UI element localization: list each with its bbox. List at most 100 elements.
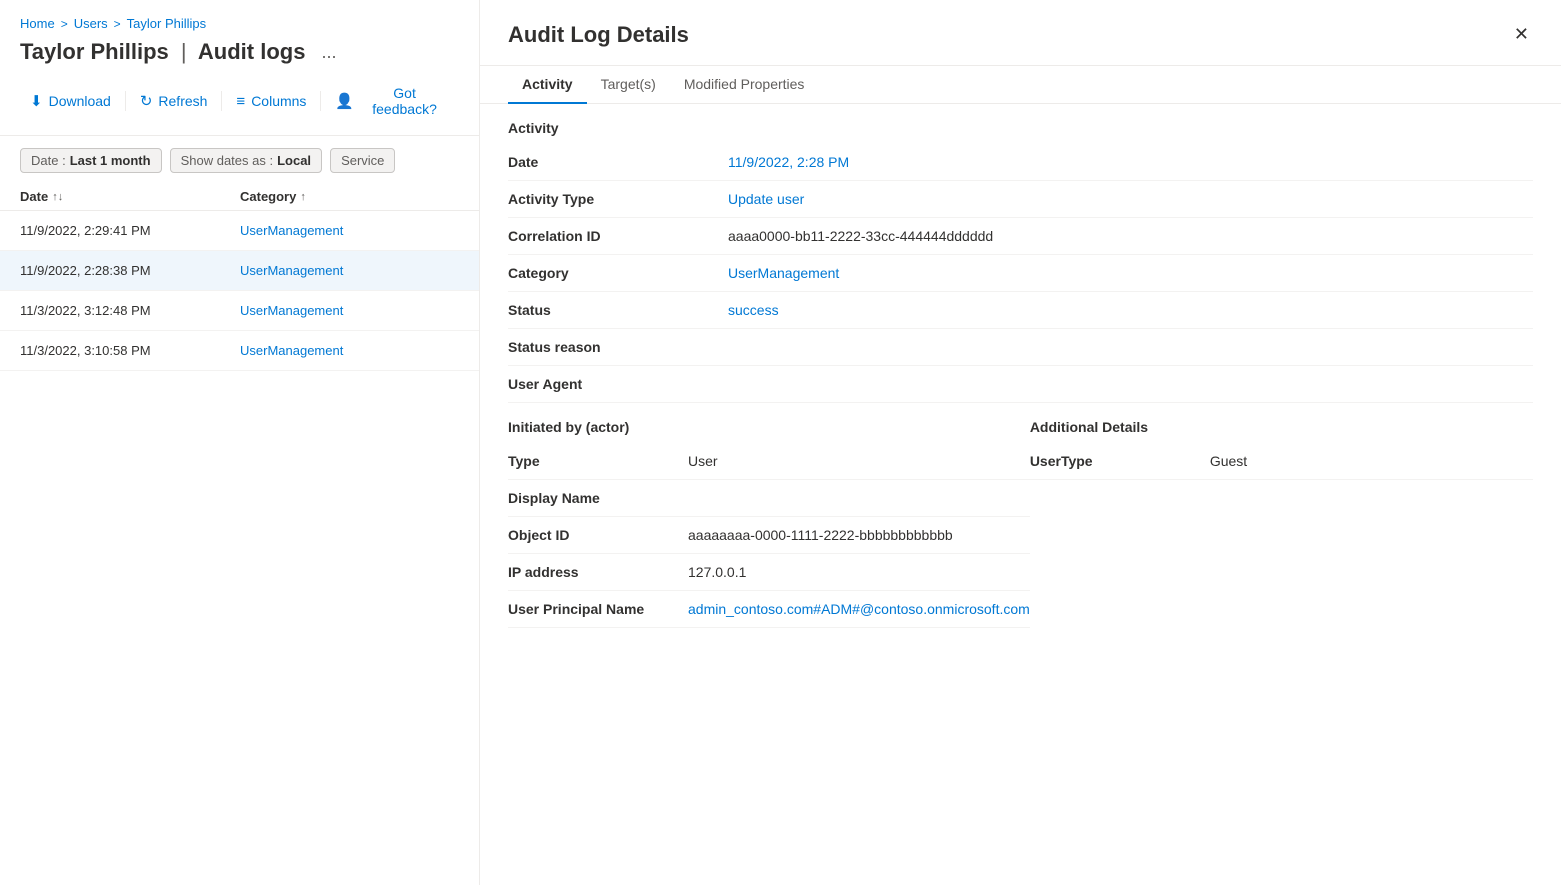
breadcrumb-home[interactable]: Home	[20, 16, 55, 31]
detail-field-value[interactable]: UserManagement	[728, 255, 1533, 292]
filters: Date : Last 1 month Show dates as : Loca…	[0, 148, 479, 173]
detail-tab-modified-properties[interactable]: Modified Properties	[670, 66, 819, 104]
detail-tabs: ActivityTarget(s)Modified Properties	[480, 66, 1561, 104]
feedback-button[interactable]: 👤 Got feedback?	[325, 79, 459, 123]
show-dates-value: Local	[277, 153, 311, 168]
ellipsis-button[interactable]: ...	[315, 40, 342, 65]
service-filter[interactable]: Service	[330, 148, 395, 173]
row-category: UserManagement	[240, 303, 459, 318]
detail-field-label: User Agent	[508, 366, 728, 403]
detail-header: Audit Log Details ✕	[480, 0, 1561, 66]
initiated-by-field-value: User	[688, 443, 1030, 480]
detail-field-label: Status reason	[508, 329, 728, 366]
row-date: 11/9/2022, 2:28:38 PM	[20, 263, 240, 278]
detail-field-label: Activity Type	[508, 181, 728, 218]
additional-details-heading: Additional Details	[1030, 403, 1533, 443]
additional-field-label: UserType	[1030, 443, 1210, 480]
refresh-icon: ↻	[140, 92, 153, 110]
toolbar-divider3	[320, 91, 321, 111]
additional-details-grid: UserTypeGuest	[1030, 443, 1533, 480]
show-dates-filter[interactable]: Show dates as : Local	[170, 148, 322, 173]
detail-field-value: aaaa0000-bb11-2222-33cc-444444dddddd	[728, 218, 1533, 255]
refresh-button[interactable]: ↻ Refresh	[130, 86, 218, 116]
col-date-label: Date	[20, 189, 48, 204]
col-header-date[interactable]: Date ↑↓	[20, 189, 240, 204]
detail-tab-activity[interactable]: Activity	[508, 66, 587, 104]
detail-grid: Date11/9/2022, 2:28 PMActivity TypeUpdat…	[480, 144, 1561, 403]
initiated-by-grid: TypeUserDisplay NameObject IDaaaaaaaa-00…	[508, 443, 1030, 628]
row-category: UserManagement	[240, 223, 459, 238]
row-category: UserManagement	[240, 343, 459, 358]
toolbar-divider2	[221, 91, 222, 111]
columns-icon: ≡	[236, 93, 245, 110]
page-title-container: Taylor Phillips | Audit logs ...	[0, 39, 479, 65]
two-col-section: Initiated by (actor) TypeUserDisplay Nam…	[480, 403, 1561, 628]
detail-field-value[interactable]: success	[728, 292, 1533, 329]
date-filter-label: Date :	[31, 153, 66, 168]
show-dates-label: Show dates as :	[181, 153, 274, 168]
breadcrumb-users[interactable]: Users	[74, 16, 108, 31]
detail-field-label: Correlation ID	[508, 218, 728, 255]
sort-icon-category: ↑	[300, 191, 306, 203]
initiated-by-field-label: User Principal Name	[508, 591, 688, 628]
service-filter-label: Service	[341, 153, 384, 168]
right-panel: Audit Log Details ✕ ActivityTarget(s)Mod…	[480, 0, 1561, 885]
initiated-by-field-label: Type	[508, 443, 688, 480]
table-row[interactable]: 11/3/2022, 3:10:58 PM UserManagement	[0, 331, 479, 371]
additional-field-value: Guest	[1210, 443, 1533, 480]
detail-field-value	[728, 366, 1533, 403]
close-button[interactable]: ✕	[1510, 20, 1533, 49]
date-filter[interactable]: Date : Last 1 month	[20, 148, 162, 173]
table-row[interactable]: 11/3/2022, 3:12:48 PM UserManagement	[0, 291, 479, 331]
row-date: 11/3/2022, 3:10:58 PM	[20, 343, 240, 358]
toolbar-divider1	[125, 91, 126, 111]
table-body: 11/9/2022, 2:29:41 PM UserManagement 11/…	[0, 211, 479, 885]
breadcrumb: Home > Users > Taylor Phillips	[0, 16, 479, 31]
initiated-by-field-value: aaaaaaaa-0000-1111-2222-bbbbbbbbbbbb	[688, 517, 1030, 554]
detail-field-value[interactable]: 11/9/2022, 2:28 PM	[728, 144, 1533, 181]
columns-button[interactable]: ≡ Columns	[226, 87, 316, 116]
breadcrumb-sep2: >	[114, 17, 121, 31]
refresh-label: Refresh	[158, 93, 207, 109]
detail-body: Activity Date11/9/2022, 2:28 PMActivity …	[480, 104, 1561, 885]
feedback-icon: 👤	[335, 92, 354, 110]
detail-title: Audit Log Details	[508, 22, 689, 48]
initiated-by-field-value	[688, 480, 1030, 517]
additional-details-col: Additional Details UserTypeGuest	[1030, 403, 1533, 628]
initiated-by-field-value: 127.0.0.1	[688, 554, 1030, 591]
table-row[interactable]: 11/9/2022, 2:29:41 PM UserManagement	[0, 211, 479, 251]
page-title-name: Taylor Phillips	[20, 39, 169, 64]
row-date: 11/3/2022, 3:12:48 PM	[20, 303, 240, 318]
initiated-by-field-label: Display Name	[508, 480, 688, 517]
initiated-by-field-value[interactable]: admin_contoso.com#ADM#@contoso.onmicroso…	[688, 591, 1030, 628]
detail-field-value[interactable]: Update user	[728, 181, 1533, 218]
col-category-label: Category	[240, 189, 296, 204]
left-panel: Home > Users > Taylor Phillips Taylor Ph…	[0, 0, 480, 885]
breadcrumb-user[interactable]: Taylor Phillips	[127, 16, 206, 31]
activity-section-label: Activity	[480, 104, 1561, 144]
download-icon: ⬇	[30, 92, 43, 110]
detail-field-label: Category	[508, 255, 728, 292]
date-filter-value: Last 1 month	[70, 153, 151, 168]
initiated-by-heading: Initiated by (actor)	[508, 403, 1030, 443]
sort-icon-date: ↑↓	[52, 191, 63, 203]
page-title-subtitle: Audit logs	[198, 39, 306, 64]
table-header: Date ↑↓ Category ↑	[0, 183, 479, 211]
row-date: 11/9/2022, 2:29:41 PM	[20, 223, 240, 238]
download-label: Download	[49, 93, 111, 109]
columns-label: Columns	[251, 93, 306, 109]
initiated-by-col: Initiated by (actor) TypeUserDisplay Nam…	[508, 403, 1030, 628]
row-category: UserManagement	[240, 263, 459, 278]
detail-field-value	[728, 329, 1533, 366]
detail-field-label: Date	[508, 144, 728, 181]
initiated-by-field-label: IP address	[508, 554, 688, 591]
download-button[interactable]: ⬇ Download	[20, 86, 121, 116]
page-title: Taylor Phillips | Audit logs	[20, 39, 305, 65]
feedback-label: Got feedback?	[360, 85, 449, 117]
detail-tab-target-s-[interactable]: Target(s)	[587, 66, 670, 104]
table-row[interactable]: 11/9/2022, 2:28:38 PM UserManagement	[0, 251, 479, 291]
detail-field-label: Status	[508, 292, 728, 329]
initiated-by-field-label: Object ID	[508, 517, 688, 554]
breadcrumb-sep1: >	[61, 17, 68, 31]
col-header-category[interactable]: Category ↑	[240, 189, 350, 204]
